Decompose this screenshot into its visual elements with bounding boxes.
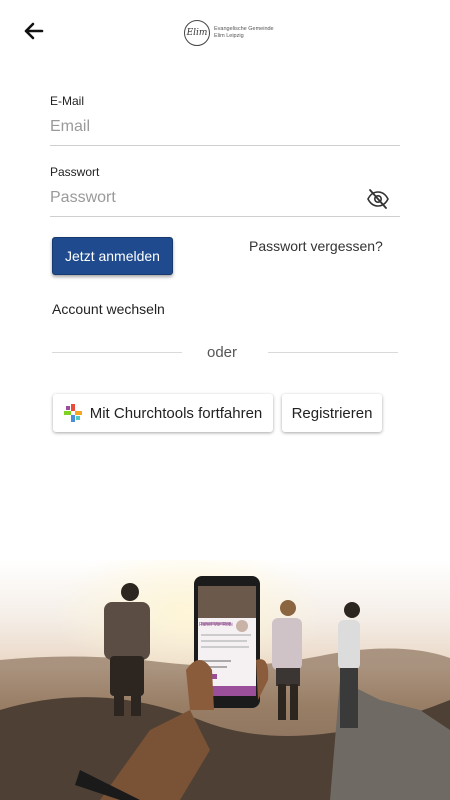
login-button[interactable]: Jetzt anmelden	[52, 237, 173, 275]
hero-photo: Rahel Vor Robi	[0, 560, 450, 800]
password-field[interactable]	[50, 189, 350, 207]
email-underline	[50, 145, 400, 146]
password-label: Passwort	[50, 165, 100, 179]
divider-label: oder	[207, 344, 238, 361]
churchtools-button-label: Mit Churchtools fortfahren	[89, 404, 263, 422]
email-field[interactable]	[50, 118, 350, 136]
back-button[interactable]	[18, 16, 48, 46]
logo-mark: Elim	[184, 20, 210, 46]
switch-account-link[interactable]: Account wechseln	[52, 301, 165, 317]
toggle-password-visibility[interactable]	[366, 188, 390, 210]
churchtools-login-button[interactable]: Mit Churchtools fortfahren	[53, 394, 273, 432]
forgot-password-link[interactable]: Passwort vergessen?	[249, 238, 383, 254]
churchtools-logo-icon	[63, 404, 82, 422]
church-logo: Elim Evangelische Gemeinde Elim Leipzig	[184, 20, 274, 46]
arrow-left-icon	[24, 22, 44, 40]
divider-line-left	[52, 352, 182, 353]
register-button[interactable]: Registrieren	[282, 394, 382, 432]
eye-off-icon	[367, 189, 389, 209]
email-label: E-Mail	[50, 94, 85, 108]
password-underline	[50, 216, 400, 217]
divider-line-right	[268, 352, 398, 353]
phone-preview-name: Rahel Vor Robi	[199, 622, 233, 628]
logo-text: Evangelische Gemeinde Elim Leipzig	[214, 26, 274, 39]
register-button-label: Registrieren	[291, 404, 373, 422]
